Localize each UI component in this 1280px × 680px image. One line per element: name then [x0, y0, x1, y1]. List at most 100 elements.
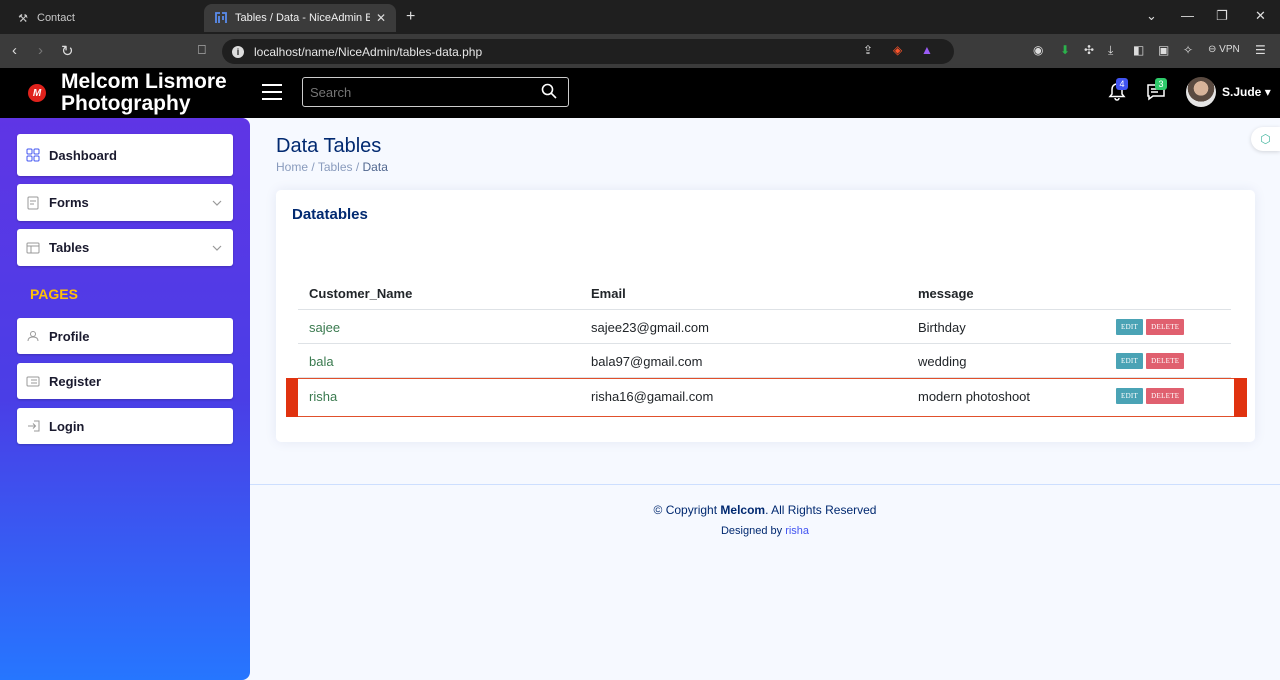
tab-title: Tables / Data - NiceAdmin Boot — [235, 12, 370, 24]
sidebar-item-label: Profile — [49, 328, 90, 344]
logo-icon[interactable]: M — [28, 84, 46, 102]
grid-icon — [26, 148, 40, 162]
designed-by: Designed by risha — [250, 525, 1280, 537]
sidebar-item-profile[interactable]: Profile — [17, 318, 233, 354]
column-header-message[interactable]: message — [918, 276, 974, 310]
edit-button[interactable]: EDIT — [1116, 353, 1144, 369]
browser-tab-bar: ⚒ Contact Tables / Data - NiceAdmin Boot… — [0, 0, 1280, 34]
edit-button[interactable]: EDIT — [1116, 319, 1144, 335]
breadcrumb-home[interactable]: Home — [276, 160, 308, 174]
row-actions: EDIT DELETE — [1116, 310, 1187, 344]
column-header-email[interactable]: Email — [591, 276, 626, 310]
search-input[interactable] — [302, 77, 569, 107]
cell-message: wedding — [918, 353, 967, 369]
table-row: sajee sajee23@gmail.com Birthday EDIT DE… — [298, 310, 1231, 344]
card-title: Datatables — [292, 206, 368, 223]
username-label: S.Jude — [1222, 85, 1262, 99]
reload-icon[interactable]: ↻ — [61, 42, 74, 60]
menu-icon[interactable]: ☰ — [1255, 43, 1266, 57]
sidebar-item-tables[interactable]: Tables — [17, 229, 233, 266]
card-list-icon — [26, 374, 40, 388]
table-header-row: Customer_Name Email message — [298, 276, 1231, 310]
address-bar[interactable]: i localhost/name/NiceAdmin/tables-data.p… — [222, 39, 954, 64]
cell-customer-name: bala — [309, 353, 334, 369]
layout-text-icon — [26, 241, 40, 255]
sidebar-toggle-icon[interactable]: ◧ — [1133, 43, 1144, 57]
browser-toolbar: ‹ › ↻ ⎕ i localhost/name/NiceAdmin/table… — [0, 34, 1280, 68]
sidebar-item-login[interactable]: Login — [17, 408, 233, 444]
app-header: M Melcom Lismore Photography 4 3 S.Jude … — [0, 68, 1280, 118]
sidebar-item-label: Forms — [49, 195, 89, 210]
user-menu[interactable]: S.Jude ▾ — [1222, 85, 1271, 99]
vpn-button[interactable]: ⊖ VPN — [1208, 44, 1240, 55]
leo-icon[interactable]: ✧ — [1183, 43, 1193, 57]
table-row: bala bala97@gmail.com wedding EDIT DELET… — [298, 344, 1231, 378]
journal-icon — [26, 196, 40, 210]
share-icon[interactable]: ⇪ — [863, 43, 873, 57]
extension-icon[interactable]: ◉ — [1033, 43, 1043, 57]
row-actions: EDIT DELETE — [1116, 379, 1187, 413]
tools-icon: ⚒ — [18, 12, 28, 25]
search-icon[interactable] — [541, 83, 557, 99]
back-icon[interactable]: ‹ — [12, 42, 17, 59]
pages-heading: PAGES — [30, 286, 78, 302]
highlight-marker-left — [286, 378, 298, 417]
close-window-icon[interactable]: ✕ — [1255, 8, 1266, 24]
box-arrow-in-right-icon — [26, 419, 40, 433]
settings-handle-icon[interactable]: ⬡ — [1251, 127, 1280, 151]
sidebar-item-label: Register — [49, 373, 102, 389]
site-info-icon[interactable]: i — [232, 45, 244, 58]
downloads-icon[interactable]: ⤓ — [1108, 43, 1113, 58]
brave-rewards-icon[interactable]: ▲ — [921, 43, 933, 57]
breadcrumb-tables[interactable]: Tables — [318, 160, 353, 174]
tab-tables-data[interactable]: Tables / Data - NiceAdmin Boot ✕ — [204, 4, 396, 32]
breadcrumb-current: Data — [362, 160, 388, 174]
copyright-suffix: . All Rights Reserved — [765, 503, 877, 517]
vpn-label: VPN — [1219, 44, 1240, 55]
notifications-badge: 4 — [1116, 78, 1128, 90]
sidebar-item-dashboard[interactable]: Dashboard — [17, 134, 233, 176]
delete-button[interactable]: DELETE — [1146, 353, 1185, 369]
tab-contact[interactable]: ⚒ Contact — [6, 4, 196, 32]
cell-email: sajee23@gmail.com — [591, 319, 709, 335]
sidebar-item-label: Login — [49, 418, 85, 434]
page-title: Data Tables — [276, 135, 382, 157]
breadcrumb-separator: / — [355, 160, 363, 174]
niceadmin-favicon-icon — [214, 11, 228, 25]
avatar[interactable] — [1186, 77, 1216, 107]
forward-icon[interactable]: › — [38, 42, 43, 59]
copyright-prefix: © Copyright — [653, 503, 718, 517]
new-tab-button[interactable]: + — [406, 8, 415, 26]
sidebar-item-forms[interactable]: Forms — [17, 184, 233, 221]
column-header-customer-name[interactable]: Customer_Name — [309, 276, 412, 310]
brand-name[interactable]: Melcom Lismore Photography — [61, 71, 241, 115]
tab-title: Contact — [37, 12, 75, 24]
toggle-sidebar-icon[interactable] — [262, 84, 282, 105]
breadcrumb: Home / Tables / Data — [276, 160, 388, 174]
sidebar-item-label: Tables — [49, 240, 90, 255]
close-tab-icon[interactable]: ✕ — [376, 11, 386, 25]
chevron-down-icon — [212, 245, 222, 251]
cell-email: bala97@gmail.com — [591, 353, 703, 369]
restore-icon[interactable]: ❐ — [1216, 8, 1228, 24]
designer-link[interactable]: risha — [785, 525, 809, 537]
tab-search-chevron-icon[interactable]: ⌄ — [1146, 8, 1157, 24]
table-row: risha risha16@gamail.com modern photosho… — [298, 379, 1231, 413]
brave-shield-icon[interactable]: ◈ — [893, 43, 902, 57]
highlight-marker-right — [1234, 378, 1247, 417]
cell-customer-name: sajee — [309, 319, 341, 335]
minimize-icon[interactable]: — — [1181, 8, 1194, 23]
sidebar-item-register[interactable]: Register — [17, 363, 233, 399]
download-arrow-icon[interactable]: ⬇ — [1060, 43, 1070, 57]
bookmark-icon[interactable]: ⎕ — [198, 42, 206, 58]
data-table: Customer_Name Email message sajee sajee2… — [298, 276, 1231, 413]
wallet-icon[interactable]: ▣ — [1158, 43, 1169, 57]
delete-button[interactable]: DELETE — [1146, 388, 1185, 404]
url-text: localhost/name/NiceAdmin/tables-data.php — [254, 44, 483, 59]
sidebar-item-label: Dashboard — [49, 147, 117, 163]
edit-button[interactable]: EDIT — [1116, 388, 1144, 404]
footer-divider — [250, 484, 1280, 485]
delete-button[interactable]: DELETE — [1146, 319, 1185, 335]
row-actions: EDIT DELETE — [1116, 344, 1187, 378]
puzzle-icon[interactable]: ✣ — [1084, 43, 1094, 57]
